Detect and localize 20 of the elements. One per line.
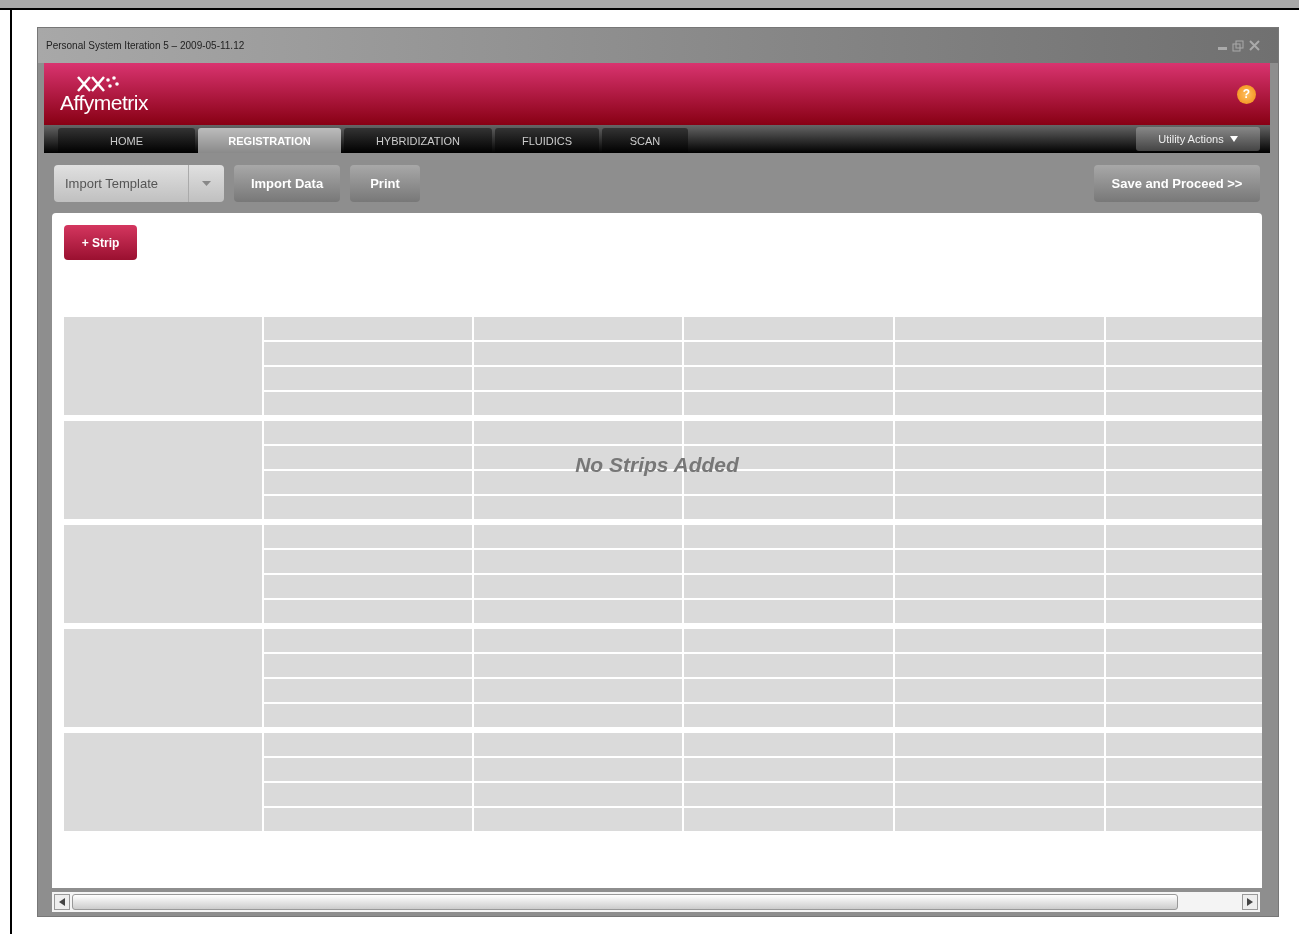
restore-icon[interactable] [1232,39,1244,52]
empty-message: No Strips Added [574,453,740,477]
add-strip-button[interactable]: + Strip [64,225,137,260]
right-arrow-icon[interactable] [1247,898,1253,906]
nav-tab[interactable]: HOME [58,128,195,153]
nav-tab[interactable]: SCAN [602,128,688,153]
save-proceed-button[interactable]: Save and Proceed >> [1094,164,1260,202]
nav-tab[interactable]: FLUIDICS [495,128,599,153]
template-dropdown[interactable]: Import Template [54,164,224,202]
logo-text: Affymetrix [60,91,148,113]
toolbar-button[interactable]: Import Data [234,164,340,202]
caret-icon [202,180,211,186]
toolbar-button[interactable]: Print [350,164,420,202]
window-title: Personal System Iteration 5 – 2009-05-11.12 [46,40,245,51]
left-arrow-icon[interactable] [59,898,65,906]
close-icon[interactable] [1249,40,1260,51]
nav-tab[interactable]: HYBRIDIZATION [344,128,492,153]
utility-actions-menu[interactable]: Utility Actions [1136,127,1260,151]
caret-icon [1229,136,1238,142]
horizontal-scrollbar[interactable] [52,892,1260,912]
